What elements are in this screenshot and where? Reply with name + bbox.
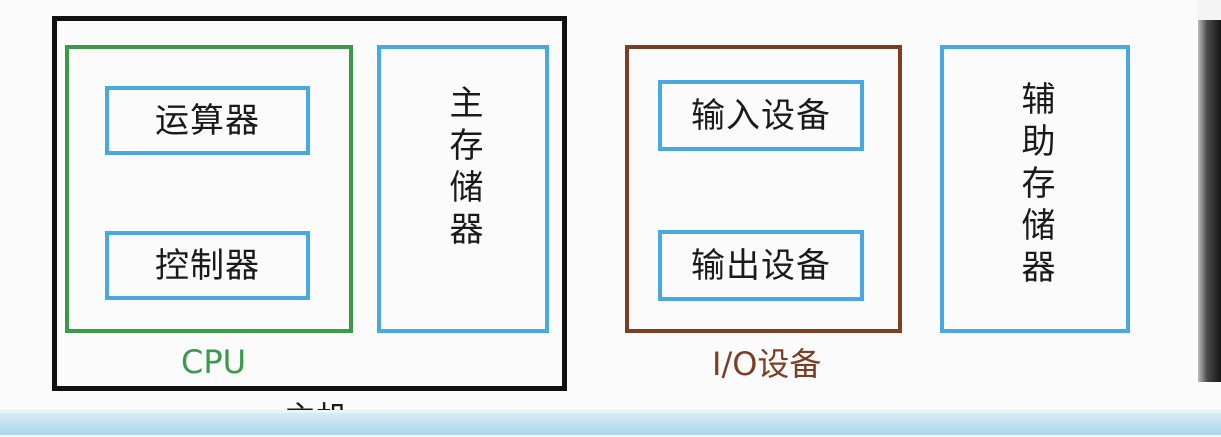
input-device-box: 输入设备 bbox=[658, 80, 864, 151]
input-device-label: 输入设备 bbox=[691, 95, 831, 136]
aux-memory-box: 辅助存储器 bbox=[940, 45, 1130, 333]
bottom-band bbox=[0, 410, 1221, 435]
window-edge-top bbox=[1198, 0, 1221, 20]
main-memory-label: 主存储器 bbox=[443, 85, 483, 253]
control-unit-box: 控制器 bbox=[105, 231, 310, 300]
output-device-label: 输出设备 bbox=[691, 245, 831, 286]
control-unit-label: 控制器 bbox=[155, 245, 260, 286]
output-device-box: 输出设备 bbox=[658, 230, 864, 301]
alu-label: 运算器 bbox=[155, 100, 260, 141]
aux-memory-label: 辅助存储器 bbox=[1015, 81, 1055, 291]
alu-box: 运算器 bbox=[105, 86, 310, 155]
io-caption: I/O设备 bbox=[712, 345, 822, 383]
window-edge bbox=[1198, 0, 1221, 382]
main-memory-box: 主存储器 bbox=[377, 45, 549, 333]
cpu-caption: CPU bbox=[181, 343, 247, 381]
